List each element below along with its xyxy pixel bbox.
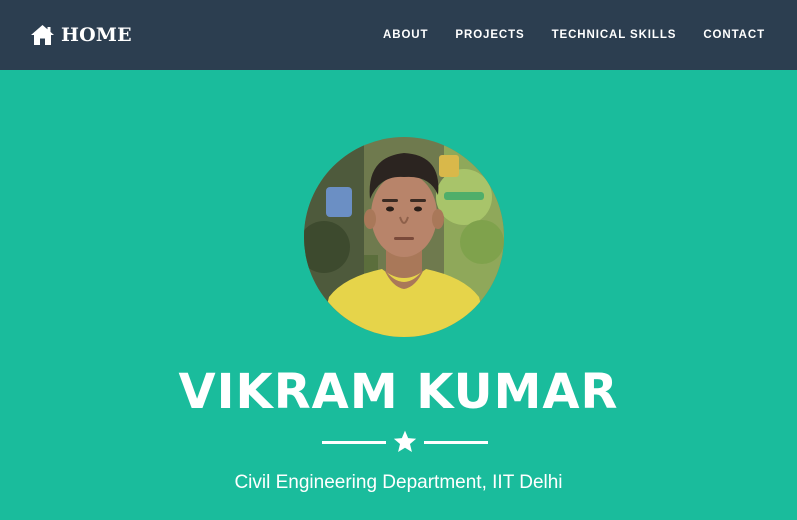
- divider-line-right: [424, 441, 488, 444]
- nav-link-contact[interactable]: CONTACT: [703, 29, 765, 41]
- star-divider: [322, 427, 488, 457]
- nav-link-about[interactable]: ABOUT: [383, 29, 428, 41]
- profile-photo: [304, 137, 504, 337]
- home-brand-link[interactable]: HOME: [30, 23, 132, 47]
- masthead: VIKRAM KUMAR Civil Engineering Departmen…: [0, 70, 797, 520]
- brand-label: HOME: [61, 24, 132, 46]
- nav-link-projects[interactable]: PROJECTS: [455, 29, 524, 41]
- divider-line-left: [322, 441, 386, 444]
- profile-name: VIKRAM KUMAR: [178, 364, 619, 420]
- navbar: HOME ABOUT PROJECTS TECHNICAL SKILLS CON…: [0, 0, 797, 70]
- home-icon: [30, 24, 55, 46]
- nav-link-technical-skills[interactable]: TECHNICAL SKILLS: [552, 29, 677, 41]
- profile-subtitle: Civil Engineering Department, IIT Delhi: [234, 472, 563, 493]
- star-icon: [393, 430, 417, 452]
- page: HOME ABOUT PROJECTS TECHNICAL SKILLS CON…: [0, 0, 797, 520]
- nav-links: ABOUT PROJECTS TECHNICAL SKILLS CONTACT: [383, 0, 765, 70]
